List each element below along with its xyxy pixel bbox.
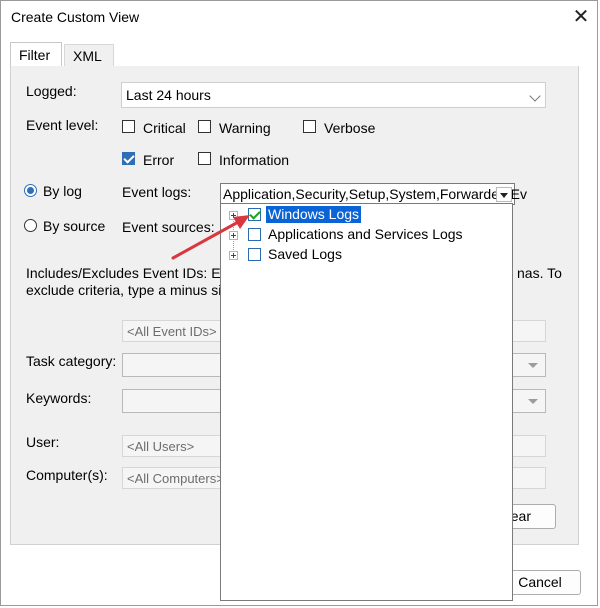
annotation-arrow xyxy=(171,215,250,260)
annotation-arrow-shaft xyxy=(171,219,242,260)
